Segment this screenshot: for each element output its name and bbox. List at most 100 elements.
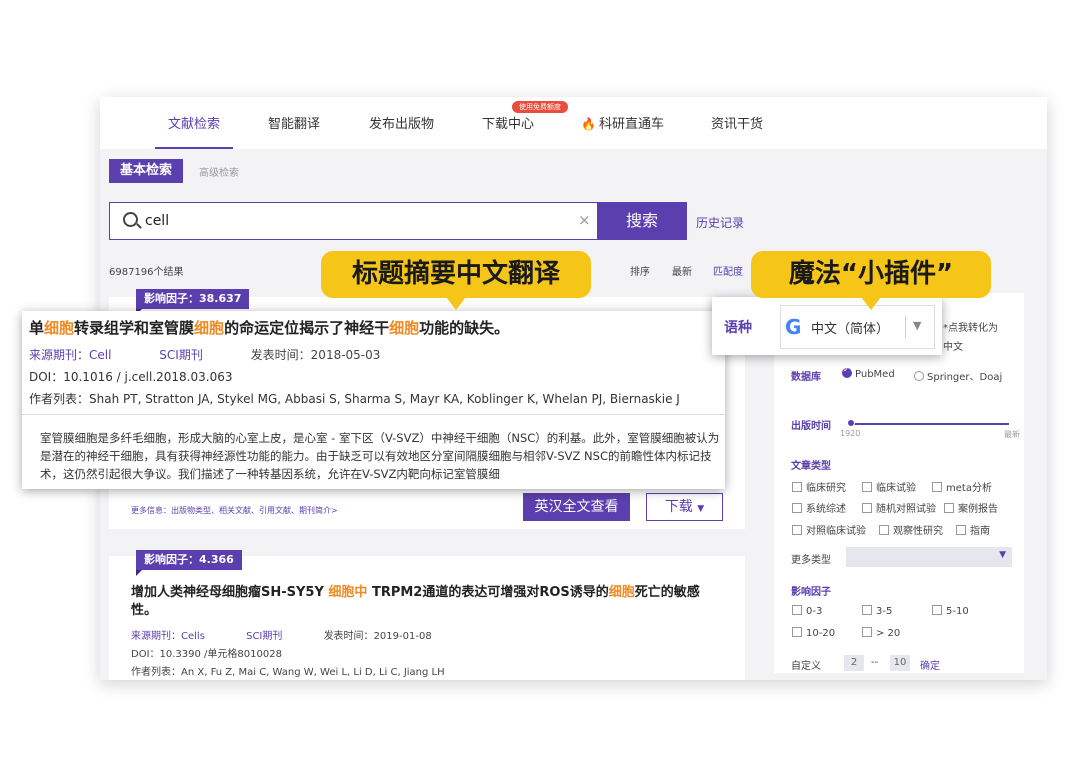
tab-basic-search[interactable]: 基本检索 xyxy=(109,159,183,183)
radio-checked-icon xyxy=(842,365,852,378)
more-types-select[interactable] xyxy=(846,547,1012,567)
title-part: 增加人类神经母细胞瘤SH-SY5Y xyxy=(131,585,329,600)
title-part: 功能的缺失。 xyxy=(419,319,510,337)
author-list: 作者列表：Shah PT, Stratton JA, Stykel MG, Ab… xyxy=(29,392,680,406)
select-divider xyxy=(905,316,906,338)
if-option[interactable]: 0-3 xyxy=(792,605,822,617)
search-button[interactable]: 搜索 xyxy=(597,202,687,240)
custom-to-input[interactable]: 10 xyxy=(890,655,910,671)
title-part: 转录组学和室管膜 xyxy=(74,319,195,337)
date-label: 发表时间： xyxy=(323,631,374,642)
title-highlight: 细胞 xyxy=(608,585,635,600)
sci-tag: SCI期刊 xyxy=(159,348,203,362)
type-option[interactable]: 案例报告 xyxy=(944,500,998,515)
download-button[interactable]: 下载 ▼ xyxy=(646,493,723,521)
nav-publish[interactable]: 发布出版物 xyxy=(369,113,434,132)
free-quota-badge: 使用免费额度 xyxy=(512,101,568,113)
article-title[interactable]: 单细胞转录组学和室管膜细胞的命运定位揭示了神经干细胞功能的缺失。 xyxy=(29,317,509,338)
nav-news[interactable]: 资讯干货 xyxy=(711,113,763,132)
doi: DOI：10.1016 / j.cell.2018.03.063 xyxy=(29,370,233,384)
type-option[interactable]: 系统综述 xyxy=(792,500,846,515)
impact-factor-badge: 影响因子：4.366 xyxy=(136,550,242,576)
top-nav: 文献检索 智能翻译 发布出版物 下载中心 使用免费额度 🔥 科研直通车 资讯干货 xyxy=(100,97,1047,149)
title-highlight: 细胞 xyxy=(44,319,75,337)
checkbox-icon xyxy=(932,482,942,492)
article-meta: 来源期刊：Cells SCI期刊 发表时间：2019-01-08 xyxy=(131,627,432,642)
confirm-button[interactable]: 确定 xyxy=(920,657,940,672)
clear-icon[interactable]: × xyxy=(578,211,591,229)
sort-latest[interactable]: 最新 xyxy=(672,263,692,278)
result-count: 6987196个结果 xyxy=(109,267,184,278)
nav-research-express[interactable]: 🔥 科研直通车 xyxy=(581,113,664,132)
type-option-label: 指南 xyxy=(970,526,990,537)
type-option[interactable]: 随机对照试验 xyxy=(862,500,936,515)
abstract-translation: 室管膜细胞是多纤毛细胞，形成大脑的心室上皮，是心室 - 室下区（V-SVZ）中神… xyxy=(40,431,720,481)
db-springer-label: Springer、Doaj xyxy=(927,372,1003,383)
type-option-label: 临床试验 xyxy=(876,483,916,494)
nav-download-center[interactable]: 下载中心 xyxy=(482,113,534,132)
checkbox-icon xyxy=(862,482,872,492)
type-option-label: 观察性研究 xyxy=(893,526,943,537)
article-meta: 来源期刊：Cell SCI期刊 发表时间：2018-05-03 xyxy=(29,346,380,363)
journal-name[interactable]: Cells xyxy=(181,631,205,642)
type-option-label: 随机对照试验 xyxy=(876,504,936,515)
title-highlight: 细胞中 xyxy=(328,585,368,600)
chevron-down-icon: ▼ xyxy=(697,504,705,514)
sci-tag: SCI期刊 xyxy=(246,631,283,642)
if-option[interactable]: 5-10 xyxy=(932,605,969,617)
checkbox-icon xyxy=(792,503,802,513)
slider-handle[interactable] xyxy=(847,419,855,427)
if-option-label: > 20 xyxy=(876,628,901,639)
search-mode-tabs: 基本检索 高级检索 xyxy=(100,149,1047,189)
nav-smart-translate[interactable]: 智能翻译 xyxy=(268,113,320,132)
if-option[interactable]: 3-5 xyxy=(862,605,892,617)
journal-label: 来源期刊： xyxy=(131,631,181,642)
tab-advanced-search[interactable]: 高级检索 xyxy=(199,164,239,179)
if-option[interactable]: > 20 xyxy=(862,627,900,639)
type-option[interactable]: 观察性研究 xyxy=(879,522,943,537)
callout-magic-plugin: 魔法“小插件” xyxy=(751,251,991,310)
more-types-label: 更多类型 xyxy=(791,555,831,566)
history-link[interactable]: 历史记录 xyxy=(696,214,744,231)
callout-text: 魔法“小插件” xyxy=(788,259,954,289)
type-option-label: 系统综述 xyxy=(806,504,846,515)
type-option[interactable]: 指南 xyxy=(956,522,990,537)
search-icon xyxy=(123,212,138,227)
fulltext-button[interactable]: 英汉全文查看 xyxy=(523,493,630,521)
language-select[interactable]: G 中文（简体） ▼ xyxy=(780,305,935,349)
if-option-label: 0-3 xyxy=(806,606,823,617)
convert-note-2: 中文 xyxy=(943,342,963,353)
if-option-label: 10-20 xyxy=(806,628,836,639)
author-list: 作者列表：An X, Fu Z, Mai C, Wang W, Wei L, L… xyxy=(131,667,445,678)
if-option[interactable]: 10-20 xyxy=(792,627,835,639)
pub-time-label: 出版时间 xyxy=(791,421,831,432)
type-option[interactable]: meta分析 xyxy=(932,479,992,494)
pub-date: 2018-05-03 xyxy=(310,348,381,362)
journal-name[interactable]: Cell xyxy=(89,348,111,362)
db-springer[interactable]: Springer、Doaj xyxy=(914,368,1002,383)
language-plugin-popup: 语种 G 中文（简体） ▼ xyxy=(712,297,942,355)
db-pubmed[interactable]: PubMed xyxy=(842,365,895,380)
checkbox-icon xyxy=(862,503,872,513)
callout-title-translation: 标题摘要中文翻译 xyxy=(321,251,591,310)
more-info-link[interactable]: 更多信息：出版物类型、相关文献、引用文献、期刊简介> xyxy=(131,505,338,516)
chevron-down-icon: ▼ xyxy=(913,319,922,332)
impact-factor-badge: 影响因子：38.637 xyxy=(136,289,250,315)
checkbox-icon xyxy=(879,525,889,535)
pub-time-min: 1920 xyxy=(840,429,861,438)
type-option[interactable]: 临床研究 xyxy=(792,479,846,494)
search-input[interactable]: cell × xyxy=(109,202,599,240)
sort-relevance[interactable]: 匹配度 xyxy=(713,263,743,278)
article-title[interactable]: 增加人类神经母细胞瘤SH-SY5Y 细胞中 TRPM2通道的表达可增强对ROS诱… xyxy=(131,584,721,620)
checkbox-icon xyxy=(944,503,954,513)
translated-article-popup: 单细胞转录组学和室管膜细胞的命运定位揭示了神经干细胞功能的缺失。 来源期刊：Ce… xyxy=(22,311,725,489)
language-label: 语种 xyxy=(724,320,752,336)
custom-from-input[interactable]: 2 xyxy=(844,655,864,671)
result-card-2: 影响因子：4.366 增加人类神经母细胞瘤SH-SY5Y 细胞中 TRPM2通道… xyxy=(109,550,745,680)
impact-factor-label: 影响因子 xyxy=(791,587,831,598)
type-option[interactable]: 对照临床试验 xyxy=(792,522,866,537)
nav-literature-search[interactable]: 文献检索 xyxy=(168,113,220,132)
type-option[interactable]: 临床试验 xyxy=(862,479,916,494)
checkbox-icon xyxy=(792,482,802,492)
pub-time-slider[interactable] xyxy=(849,423,1009,425)
